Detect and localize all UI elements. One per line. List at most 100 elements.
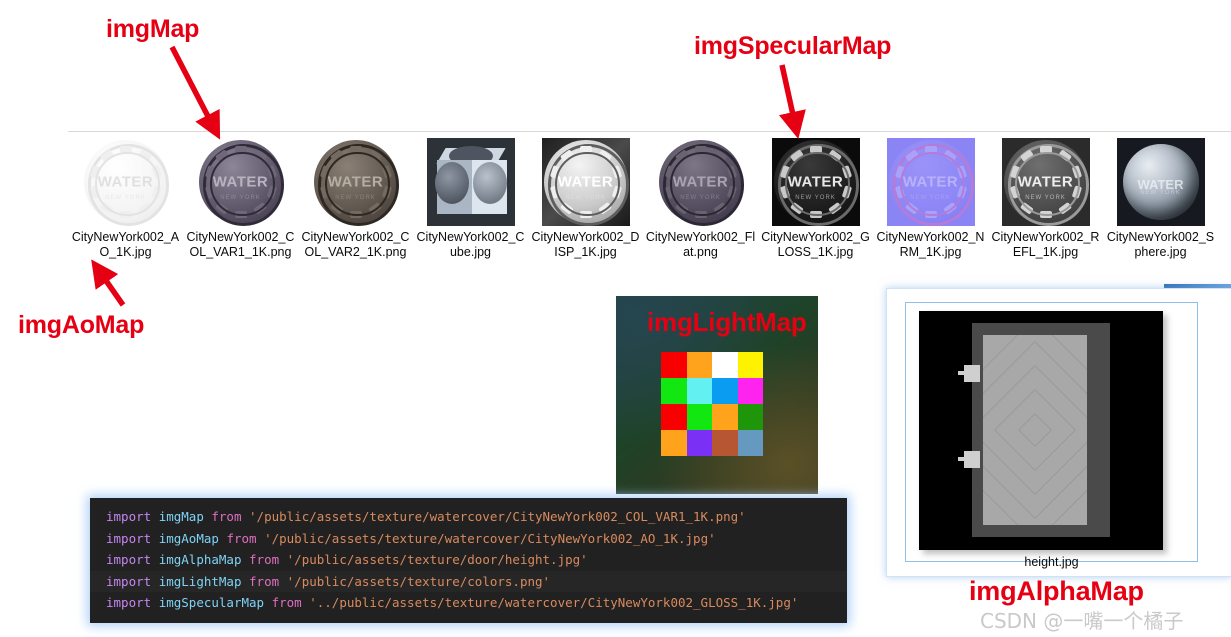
code-keyword: import bbox=[106, 573, 152, 589]
thumbnail-label: CityNewYork002_Sphere.jpg bbox=[1106, 230, 1215, 259]
thumbnail-image[interactable]: WATER NEW YORK bbox=[1001, 138, 1090, 226]
color-swatch bbox=[661, 378, 687, 404]
code-line: import imgAlphaMap from '/public/assets/… bbox=[90, 549, 847, 571]
cover-subword: NEW YORK bbox=[335, 195, 376, 202]
code-line: import imgAoMap from '/public/assets/tex… bbox=[90, 528, 847, 550]
color-swatch bbox=[712, 378, 738, 404]
thumbnail-label: CityNewYork002_Flat.png bbox=[645, 230, 756, 259]
thumbnail-label: CityNewYork002_Cube.jpg bbox=[416, 230, 525, 259]
thumbnail-label: CityNewYork002_COL_VAR2_1K.png bbox=[301, 230, 410, 259]
arrow-imgmap bbox=[169, 45, 221, 140]
thumbnail-image[interactable]: WATER NEW YORK bbox=[541, 138, 630, 226]
cover-word: WATER bbox=[902, 173, 959, 191]
strip-divider bbox=[68, 131, 1231, 132]
thumbnail-item[interactable]: WATER NEW YORK CityNewYork002_DISP_1K.jpg bbox=[528, 138, 643, 288]
color-swatch bbox=[686, 352, 712, 378]
code-from-keyword: from bbox=[271, 595, 302, 610]
cover-word: WATER bbox=[97, 173, 154, 191]
cover-subword: NEW YORK bbox=[1025, 195, 1066, 202]
code-line: import imgLightMap from '/public/assets/… bbox=[90, 570, 847, 592]
door-diamond-5 bbox=[983, 335, 1087, 525]
cover-word: WATER bbox=[787, 173, 844, 191]
thumbnail-image[interactable]: WATER NEW YORK bbox=[311, 138, 400, 226]
thumbnail-label: CityNewYork002_AO_1K.jpg bbox=[71, 230, 180, 259]
cover-word: WATER bbox=[557, 173, 614, 191]
thumbnail-item[interactable]: WATER NEW YORK CityNewYork002_COL_VAR1_1K.… bbox=[183, 138, 298, 288]
color-swatch bbox=[686, 430, 712, 456]
code-keyword: import bbox=[106, 595, 152, 610]
annotation-label-imgalphamap: imgAlphaMap bbox=[969, 576, 1144, 606]
thumbnail-label: CityNewYork002_DISP_1K.jpg bbox=[531, 230, 640, 259]
cube-preview bbox=[426, 138, 515, 226]
color-swatch bbox=[712, 352, 738, 378]
thumbnail-item[interactable]: WATER NEW YORK CityNewYork002_NRM_1K.jpg bbox=[873, 138, 988, 288]
manhole-cover-graphic: WATER NEW YORK bbox=[83, 140, 170, 226]
thumbnail-label: CityNewYork002_REFL_1K.jpg bbox=[991, 230, 1100, 259]
thumbnail-strip: WATER NEW YORK CityNewYork002_AO_1K.jpg WAT… bbox=[68, 138, 1231, 288]
thumbnail-item[interactable]: WATER NEW YORK CityNewYork002_Flat.png bbox=[643, 138, 758, 288]
thumbnail-image[interactable]: WATER NEW YORK bbox=[886, 138, 975, 226]
code-string: '/public/assets/texture/colors.png' bbox=[286, 573, 551, 589]
code-string: '/public/assets/texture/watercover/CityN… bbox=[249, 509, 746, 524]
manhole-cover-graphic: WATER NEW YORK bbox=[198, 140, 285, 226]
code-snippet-block: import imgMap from '/public/assets/textu… bbox=[90, 498, 847, 623]
color-swatch bbox=[661, 430, 687, 456]
color-swatch bbox=[661, 404, 687, 430]
csdn-watermark: CSDN @一嘴一个橘子 bbox=[980, 609, 1184, 633]
thumbnail-image[interactable]: WATER NEW YORK bbox=[81, 138, 170, 226]
color-swatch bbox=[712, 430, 738, 456]
cover-subword: NEW YORK bbox=[565, 195, 606, 202]
thumbnail-label: CityNewYork002_NRM_1K.jpg bbox=[876, 230, 985, 259]
thumbnail-item[interactable]: WATER NEW YORK CityNewYork002_Sphere.jpg bbox=[1103, 138, 1218, 288]
color-swatch bbox=[737, 378, 763, 404]
manhole-cover-graphic: WATER NEW YORK bbox=[1003, 140, 1090, 226]
thumbnail-label: CityNewYork002_COL_VAR1_1K.png bbox=[186, 230, 295, 259]
thumbnail-label: CityNewYork002_GLOSS_1K.jpg bbox=[761, 230, 870, 259]
thumbnail-item[interactable]: WATER NEW YORK CityNewYork002_GLOSS_1K.jpg bbox=[758, 138, 873, 288]
code-from-keyword: from bbox=[249, 573, 280, 589]
thumbnail-image[interactable] bbox=[426, 138, 515, 226]
door-panel bbox=[983, 335, 1087, 525]
manhole-cover-graphic: WATER NEW YORK bbox=[888, 140, 975, 226]
color-swatch bbox=[712, 404, 738, 430]
color-swatch bbox=[737, 352, 763, 378]
thumbnail-image[interactable]: WATER NEW YORK bbox=[656, 138, 745, 226]
thumbnail-image[interactable]: WATER NEW YORK bbox=[1116, 138, 1205, 226]
code-line: import imgMap from '/public/assets/textu… bbox=[90, 506, 847, 528]
code-identifier: imgLightMap bbox=[158, 573, 242, 589]
manhole-cover-graphic: WATER NEW YORK bbox=[313, 140, 400, 226]
color-swatch bbox=[737, 404, 763, 430]
arrow-imgspecularmap bbox=[778, 64, 806, 140]
code-identifier: imgMap bbox=[158, 509, 204, 524]
thumbnail-image[interactable]: WATER NEW YORK bbox=[196, 138, 285, 226]
cover-word: WATER bbox=[212, 173, 269, 191]
color-swatch bbox=[661, 352, 687, 378]
cover-word: WATER bbox=[327, 173, 384, 191]
annotation-label-imglightmap: imgLightMap bbox=[647, 307, 807, 337]
cover-word: WATER bbox=[672, 173, 729, 191]
sphere-preview: WATER NEW YORK bbox=[1122, 144, 1199, 220]
thumbnail-item[interactable]: CityNewYork002_Cube.jpg bbox=[413, 138, 528, 288]
code-keyword: import bbox=[106, 530, 152, 546]
door-hinge-bottom bbox=[958, 451, 980, 468]
code-string: '/public/assets/texture/watercover/CityN… bbox=[264, 530, 716, 546]
manhole-cover-graphic: WATER NEW YORK bbox=[773, 140, 860, 226]
manhole-cover-graphic: WATER NEW YORK bbox=[658, 140, 745, 226]
thumbnail-item[interactable]: WATER NEW YORK CityNewYork002_AO_1K.jpg bbox=[68, 138, 183, 288]
thumbnail-item[interactable]: WATER NEW YORK CityNewYork002_COL_VAR2_1K.… bbox=[298, 138, 413, 288]
annotation-label-imgaomap: imgAoMap bbox=[18, 311, 145, 339]
annotation-label-imgmap: imgMap bbox=[106, 15, 200, 43]
thumbnail-item[interactable]: WATER NEW YORK CityNewYork002_REFL_1K.jpg bbox=[988, 138, 1103, 288]
door-hinge-top bbox=[958, 365, 980, 382]
cover-subword: NEW YORK bbox=[910, 195, 951, 202]
code-from-keyword: from bbox=[211, 509, 242, 524]
code-keyword: import bbox=[106, 509, 152, 524]
code-string: '../public/assets/texture/watercover/Cit… bbox=[309, 595, 799, 610]
cover-word: WATER bbox=[1017, 173, 1074, 191]
cover-subword: NEW YORK bbox=[680, 195, 721, 202]
door-file-label: height.jpg bbox=[1024, 555, 1079, 569]
cover-subword: NEW YORK bbox=[795, 195, 836, 202]
code-identifier: imgAoMap bbox=[158, 530, 219, 546]
code-keyword: import bbox=[106, 552, 152, 567]
thumbnail-image[interactable]: WATER NEW YORK bbox=[771, 138, 860, 226]
